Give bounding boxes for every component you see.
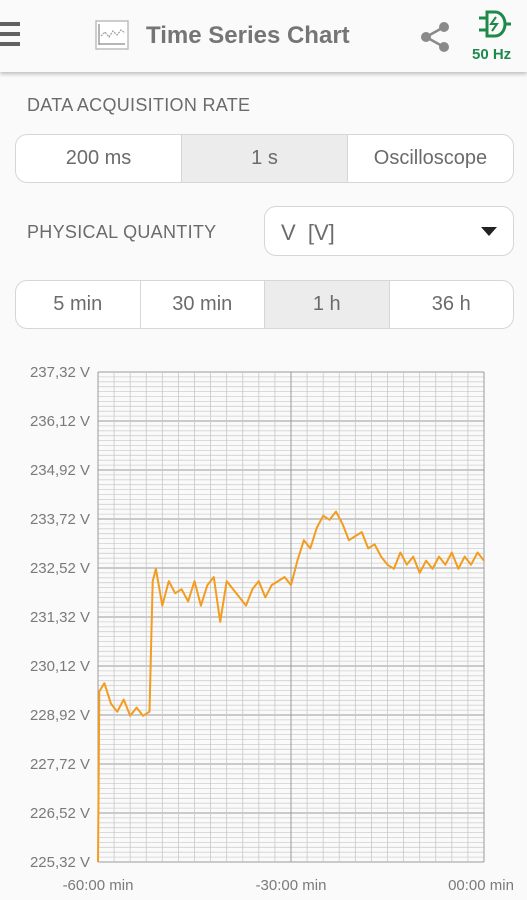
range-option-30min[interactable]: 30 min <box>141 281 265 328</box>
x-tick-label: 00:00 min <box>448 877 514 894</box>
y-tick-label: 230,12 V <box>30 658 90 675</box>
caret-down-icon <box>481 227 497 236</box>
y-tick-label: 228,92 V <box>30 707 90 724</box>
y-tick-label: 232,52 V <box>30 560 90 577</box>
rate-option-oscilloscope[interactable]: Oscilloscope <box>348 135 513 182</box>
app-bar: Time Series Chart 50 Hz <box>0 0 527 72</box>
range-option-1h[interactable]: 1 h <box>265 281 390 328</box>
y-tick-label: 234,92 V <box>30 462 90 479</box>
rate-option-1s[interactable]: 1 s <box>182 135 348 182</box>
time-range-selector: 5 min 30 min 1 h 36 h <box>15 280 514 329</box>
range-option-36h[interactable]: 36 h <box>390 281 514 328</box>
physical-quantity-value: V [V] <box>281 220 335 245</box>
y-tick-label: 225,32 V <box>30 854 90 871</box>
acquisition-rate-label: DATA ACQUISITION RATE <box>27 95 251 115</box>
menu-icon[interactable] <box>0 22 22 50</box>
y-tick-label: 231,32 V <box>30 609 90 626</box>
chart-app-icon <box>95 20 129 50</box>
page-title: Time Series Chart <box>146 22 350 49</box>
x-tick-label: -60:00 min <box>63 877 134 894</box>
x-tick-label: -30:00 min <box>256 877 327 894</box>
y-tick-label: 227,72 V <box>30 756 90 773</box>
frequency-label: 50 Hz <box>472 46 512 63</box>
acquisition-rate-selector: 200 ms 1 s Oscilloscope <box>15 134 514 183</box>
y-tick-label: 226,52 V <box>30 805 90 822</box>
share-icon[interactable] <box>418 20 452 54</box>
physical-quantity-label: PHYSICAL QUANTITY <box>27 222 217 242</box>
plug-icon[interactable] <box>477 8 511 40</box>
range-option-5min[interactable]: 5 min <box>16 281 141 328</box>
time-series-chart[interactable]: 237,32 V 236,12 V 234,92 V 233,72 V 232,52 V… <box>0 345 527 900</box>
rate-option-200ms[interactable]: 200 ms <box>16 135 182 182</box>
y-tick-label: 236,12 V <box>30 413 90 430</box>
y-tick-label: 233,72 V <box>30 511 90 528</box>
physical-quantity-dropdown[interactable]: V [V] <box>264 206 514 256</box>
y-tick-label: 237,32 V <box>30 364 90 381</box>
